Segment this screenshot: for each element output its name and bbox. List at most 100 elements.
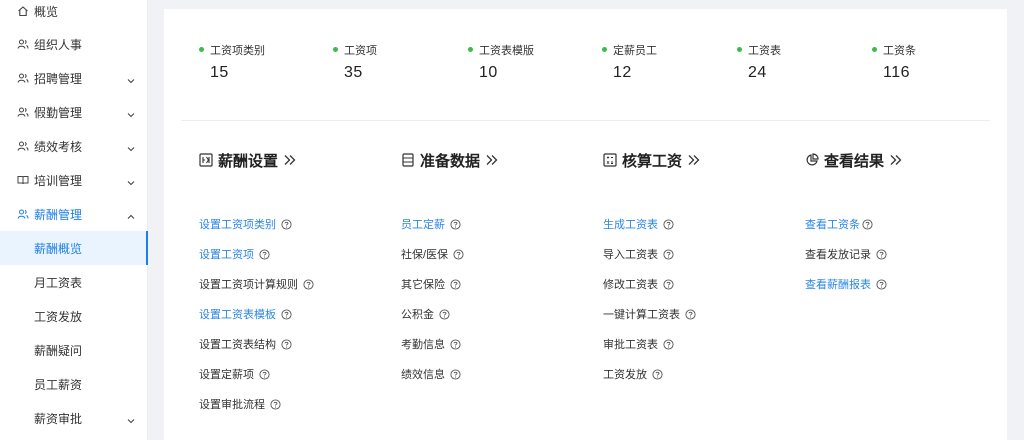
sidebar-item-performance[interactable]: 绩效考核 (0, 129, 148, 163)
stat-salary-items[interactable]: 工资项 35 (333, 42, 453, 92)
sidebar-subitem-salary-payment[interactable]: 工资发放 (0, 299, 148, 333)
stat-label: 工资表 (748, 45, 781, 57)
status-dot (872, 47, 877, 52)
link-label: 绩效信息 (401, 369, 445, 381)
link-social-medical-insurance[interactable]: 社保/医保 (401, 246, 464, 262)
help-icon[interactable] (862, 218, 873, 230)
link-set-approval-flow[interactable]: 设置审批流程 (199, 396, 281, 412)
link-label: 设置工资表结构 (199, 339, 276, 351)
stat-salary-item-categories[interactable]: 工资项类别 15 (199, 42, 319, 92)
sidebar-subitem-label: 工资发放 (34, 309, 83, 324)
help-icon[interactable] (663, 218, 674, 230)
help-icon[interactable] (450, 278, 461, 290)
help-icon[interactable] (281, 218, 292, 230)
calculator-icon (603, 153, 617, 167)
stat-payrolls[interactable]: 工资表 24 (737, 42, 857, 92)
link-approve-payroll[interactable]: 审批工资表 (603, 336, 674, 352)
link-label: 考勤信息 (401, 339, 445, 351)
sidebar-subitem-label: 薪酬疑问 (34, 343, 83, 358)
sidebar-subitem-monthly-payroll[interactable]: 月工资表 (0, 265, 148, 299)
section-header[interactable]: 查看结果 (805, 149, 903, 171)
link-other-insurance[interactable]: 其它保险 (401, 276, 461, 292)
link-label: 导入工资表 (603, 249, 658, 261)
link-set-calculation-rules[interactable]: 设置工资项计算规则 (199, 276, 314, 292)
link-view-compensation-report[interactable]: 查看薪酬报表 (805, 276, 887, 292)
link-label: 一键计算工资表 (603, 309, 680, 321)
sidebar-subitem-employee-salary[interactable]: 员工薪资 (0, 367, 148, 401)
help-icon[interactable] (281, 338, 292, 350)
stat-salaried-employees[interactable]: 定薪员工 12 (602, 42, 722, 92)
sidebar-subitem-salary-questions[interactable]: 薪酬疑问 (0, 333, 148, 367)
section-header[interactable]: 薪酬设置 (199, 149, 297, 171)
stat-label: 工资条 (883, 45, 916, 57)
sidebar-item-label: 组织人事 (34, 37, 83, 52)
divider (181, 120, 990, 121)
salary-settings-icon (199, 153, 213, 167)
sidebar-item-org[interactable]: 组织人事 (0, 27, 148, 61)
link-performance-info[interactable]: 绩效信息 (401, 366, 461, 382)
chevron-down-icon (127, 176, 135, 186)
link-view-payslips[interactable]: 查看工资条 (805, 216, 873, 232)
book-icon (17, 174, 29, 186)
help-icon[interactable] (652, 368, 663, 380)
help-icon[interactable] (663, 338, 674, 350)
section-title: 查看结果 (824, 152, 885, 170)
link-set-payroll-structure[interactable]: 设置工资表结构 (199, 336, 292, 352)
help-icon[interactable] (281, 308, 292, 320)
link-label: 工资发放 (603, 369, 647, 381)
link-set-salary-item-categories[interactable]: 设置工资项类别 (199, 216, 292, 232)
link-label: 设置审批流程 (199, 399, 265, 411)
help-icon[interactable] (259, 248, 270, 260)
help-icon[interactable] (450, 218, 461, 230)
help-icon[interactable] (453, 248, 464, 260)
section-title: 核算工资 (622, 152, 683, 170)
link-housing-fund[interactable]: 公积金 (401, 306, 450, 322)
section-header[interactable]: 核算工资 (603, 149, 701, 171)
stat-payslips[interactable]: 工资条 116 (872, 42, 992, 92)
chevron-down-icon (127, 74, 135, 84)
link-set-fixed-salary-items[interactable]: 设置定薪项 (199, 366, 270, 382)
help-icon[interactable] (450, 368, 461, 380)
help-icon[interactable] (685, 308, 696, 320)
sidebar-subitem-label: 月工资表 (34, 275, 83, 290)
stat-label: 工资项类别 (210, 45, 265, 57)
double-chevron-right-icon (485, 154, 499, 166)
help-icon[interactable] (439, 308, 450, 320)
help-icon[interactable] (303, 278, 314, 290)
help-icon[interactable] (259, 368, 270, 380)
link-employee-salary-setting[interactable]: 员工定薪 (401, 216, 461, 232)
link-one-click-calculate[interactable]: 一键计算工资表 (603, 306, 696, 322)
sidebar-subitem-salary-approval[interactable]: 薪资审批 (0, 401, 148, 435)
link-set-salary-items[interactable]: 设置工资项 (199, 246, 270, 262)
link-set-payroll-template[interactable]: 设置工资表模板 (199, 306, 292, 322)
sidebar-item-attendance[interactable]: 假勤管理 (0, 95, 148, 129)
help-icon[interactable] (876, 278, 887, 290)
main-card: 工资项类别 15 工资项 35 工资表模版 10 定薪员工 12 工资表 24 … (164, 9, 1007, 440)
sidebar-item-label: 概览 (34, 4, 59, 19)
sidebar-item-recruitment[interactable]: 招聘管理 (0, 61, 148, 95)
link-label: 设置工资项计算规则 (199, 279, 298, 291)
help-icon[interactable] (876, 248, 887, 260)
people-icon (17, 72, 29, 84)
sidebar-item-compensation[interactable]: 薪酬管理 (0, 197, 148, 231)
help-icon[interactable] (270, 398, 281, 410)
link-import-payroll[interactable]: 导入工资表 (603, 246, 674, 262)
section-header[interactable]: 准备数据 (401, 149, 499, 171)
help-icon[interactable] (663, 278, 674, 290)
link-label: 公积金 (401, 309, 434, 321)
link-label: 设置工资表模板 (199, 309, 276, 321)
link-edit-payroll[interactable]: 修改工资表 (603, 276, 674, 292)
link-generate-payroll[interactable]: 生成工资表 (603, 216, 674, 232)
link-salary-payment[interactable]: 工资发放 (603, 366, 663, 382)
stat-value: 35 (344, 64, 363, 81)
link-view-payment-records[interactable]: 查看发放记录 (805, 246, 887, 262)
sidebar-item-overview[interactable]: 概览 (0, 0, 148, 28)
sidebar-subitem-compensation-overview[interactable]: 薪酬概览 (0, 231, 148, 265)
help-icon[interactable] (663, 248, 674, 260)
sidebar-item-training[interactable]: 培训管理 (0, 163, 148, 197)
stat-label: 定薪员工 (613, 45, 657, 57)
stat-payroll-templates[interactable]: 工资表模版 10 (468, 42, 588, 92)
help-icon[interactable] (450, 338, 461, 350)
link-attendance-info[interactable]: 考勤信息 (401, 336, 461, 352)
sidebar-subitem-label: 薪资审批 (34, 411, 83, 426)
